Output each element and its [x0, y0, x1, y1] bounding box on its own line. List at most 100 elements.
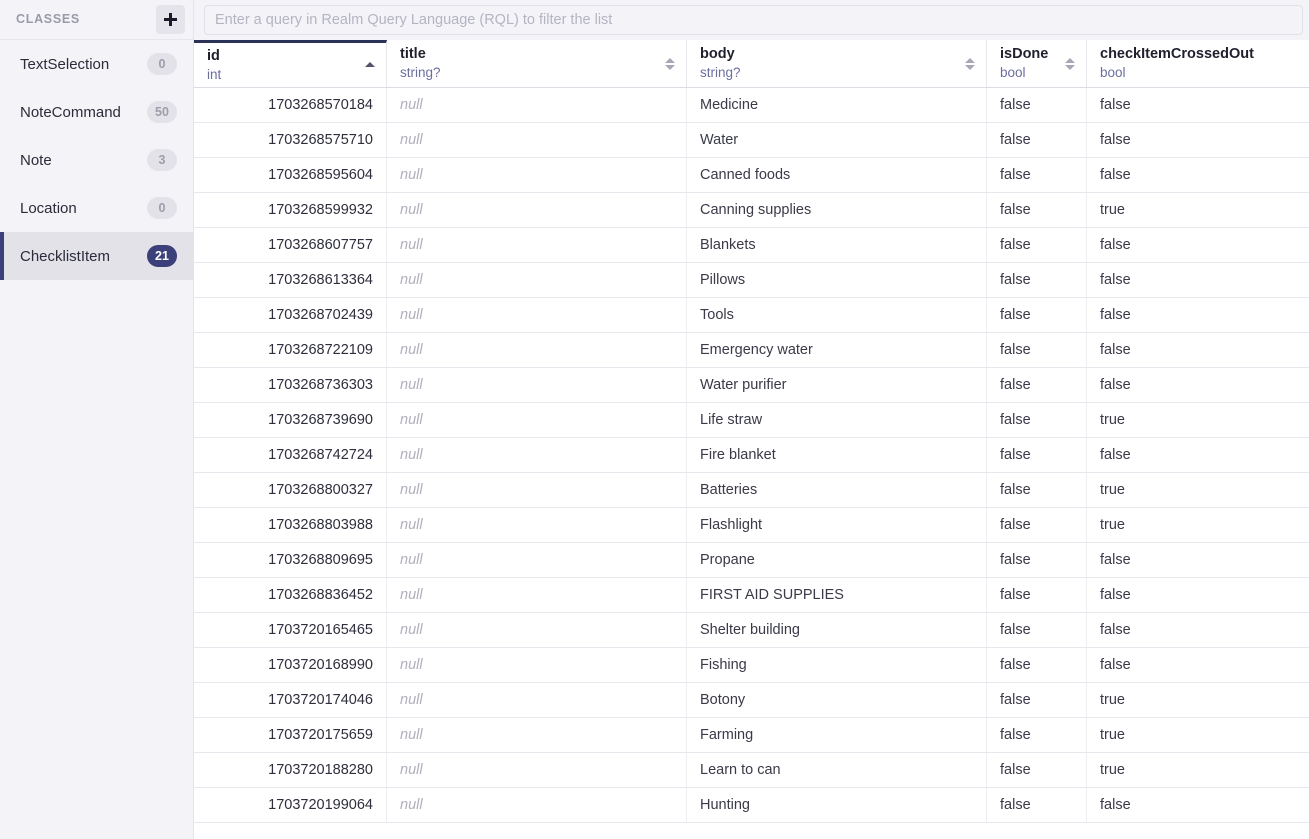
sidebar-item-checklistitem[interactable]: ChecklistItem 21 [0, 232, 193, 280]
sort-toggle-icon[interactable] [665, 56, 675, 72]
cell-isDone[interactable]: false [987, 263, 1087, 297]
cell-id[interactable]: 1703268836452 [194, 578, 387, 612]
cell-body[interactable]: Flashlight [687, 508, 987, 542]
cell-title[interactable]: null [387, 683, 687, 717]
table-row[interactable]: 1703268803988 null Flashlight false true [194, 508, 1309, 543]
cell-id[interactable]: 1703268803988 [194, 508, 387, 542]
table-row[interactable]: 1703268722109 null Emergency water false fal… [194, 333, 1309, 368]
cell-body[interactable]: Tools [687, 298, 987, 332]
table-row[interactable]: 1703268570184 null Medicine false false [194, 88, 1309, 123]
cell-checkItemCrossedOut[interactable]: false [1087, 123, 1309, 157]
cell-isDone[interactable]: false [987, 648, 1087, 682]
cell-title[interactable]: null [387, 368, 687, 402]
table-row[interactable]: 1703268739690 null Life straw false true [194, 403, 1309, 438]
cell-id[interactable]: 1703268702439 [194, 298, 387, 332]
cell-id[interactable]: 1703268575710 [194, 123, 387, 157]
cell-id[interactable]: 1703268595604 [194, 158, 387, 192]
cell-isDone[interactable]: false [987, 753, 1087, 787]
cell-body[interactable]: Learn to can [687, 753, 987, 787]
cell-isDone[interactable]: false [987, 158, 1087, 192]
cell-title[interactable]: null [387, 718, 687, 752]
cell-checkItemCrossedOut[interactable]: false [1087, 298, 1309, 332]
cell-body[interactable]: Batteries [687, 473, 987, 507]
sidebar-item-location[interactable]: Location 0 [0, 184, 193, 232]
cell-body[interactable]: Canned foods [687, 158, 987, 192]
column-header-body[interactable]: body string? [687, 40, 987, 87]
cell-isDone[interactable]: false [987, 473, 1087, 507]
table-row[interactable]: 1703720175659 null Farming false true [194, 718, 1309, 753]
cell-isDone[interactable]: false [987, 333, 1087, 367]
cell-checkItemCrossedOut[interactable]: false [1087, 368, 1309, 402]
cell-body[interactable]: Farming [687, 718, 987, 752]
column-header-checkItemCrossedOut[interactable]: checkItemCrossedOut bool [1087, 40, 1309, 87]
table-row[interactable]: 1703268736303 null Water purifier false fals… [194, 368, 1309, 403]
cell-checkItemCrossedOut[interactable]: false [1087, 788, 1309, 822]
cell-body[interactable]: Pillows [687, 263, 987, 297]
cell-id[interactable]: 1703720174046 [194, 683, 387, 717]
cell-id[interactable]: 1703268613364 [194, 263, 387, 297]
cell-checkItemCrossedOut[interactable]: true [1087, 753, 1309, 787]
cell-title[interactable]: null [387, 648, 687, 682]
cell-title[interactable]: null [387, 228, 687, 262]
cell-id[interactable]: 1703720165465 [194, 613, 387, 647]
cell-id[interactable]: 1703268607757 [194, 228, 387, 262]
cell-checkItemCrossedOut[interactable]: false [1087, 648, 1309, 682]
cell-isDone[interactable]: false [987, 543, 1087, 577]
table-row[interactable]: 1703720165465 null Shelter building false fa… [194, 613, 1309, 648]
cell-isDone[interactable]: false [987, 683, 1087, 717]
cell-title[interactable]: null [387, 193, 687, 227]
cell-body[interactable]: Hunting [687, 788, 987, 822]
cell-isDone[interactable]: false [987, 438, 1087, 472]
sidebar-item-notecommand[interactable]: NoteCommand 50 [0, 88, 193, 136]
cell-isDone[interactable]: false [987, 88, 1087, 122]
cell-checkItemCrossedOut[interactable]: false [1087, 613, 1309, 647]
column-header-isDone[interactable]: isDone bool [987, 40, 1087, 87]
column-header-title[interactable]: title string? [387, 40, 687, 87]
cell-title[interactable]: null [387, 788, 687, 822]
cell-checkItemCrossedOut[interactable]: false [1087, 263, 1309, 297]
sort-toggle-icon[interactable] [965, 56, 975, 72]
add-class-button[interactable] [156, 5, 185, 34]
cell-id[interactable]: 1703268599932 [194, 193, 387, 227]
cell-title[interactable]: null [387, 578, 687, 612]
cell-title[interactable]: null [387, 158, 687, 192]
table-row[interactable]: 1703720168990 null Fishing false false [194, 648, 1309, 683]
cell-body[interactable]: Water [687, 123, 987, 157]
cell-body[interactable]: Emergency water [687, 333, 987, 367]
cell-checkItemCrossedOut[interactable]: true [1087, 683, 1309, 717]
cell-body[interactable]: Fire blanket [687, 438, 987, 472]
cell-isDone[interactable]: false [987, 613, 1087, 647]
cell-id[interactable]: 1703720168990 [194, 648, 387, 682]
table-row[interactable]: 1703268702439 null Tools false false [194, 298, 1309, 333]
cell-title[interactable]: null [387, 88, 687, 122]
cell-id[interactable]: 1703268800327 [194, 473, 387, 507]
cell-title[interactable]: null [387, 263, 687, 297]
cell-body[interactable]: Canning supplies [687, 193, 987, 227]
cell-id[interactable]: 1703268722109 [194, 333, 387, 367]
table-row[interactable]: 1703268599932 null Canning supplies false tr… [194, 193, 1309, 228]
cell-isDone[interactable]: false [987, 508, 1087, 542]
rql-query-input[interactable] [204, 5, 1303, 35]
table-row[interactable]: 1703720174046 null Botony false true [194, 683, 1309, 718]
cell-id[interactable]: 1703268742724 [194, 438, 387, 472]
cell-isDone[interactable]: false [987, 368, 1087, 402]
cell-isDone[interactable]: false [987, 788, 1087, 822]
cell-title[interactable]: null [387, 543, 687, 577]
cell-checkItemCrossedOut[interactable]: true [1087, 718, 1309, 752]
cell-checkItemCrossedOut[interactable]: false [1087, 543, 1309, 577]
cell-isDone[interactable]: false [987, 123, 1087, 157]
cell-checkItemCrossedOut[interactable]: true [1087, 508, 1309, 542]
table-row[interactable]: 1703720199064 null Hunting false false [194, 788, 1309, 823]
cell-title[interactable]: null [387, 298, 687, 332]
cell-body[interactable]: Blankets [687, 228, 987, 262]
cell-body[interactable]: Propane [687, 543, 987, 577]
cell-checkItemCrossedOut[interactable]: true [1087, 193, 1309, 227]
cell-body[interactable]: Water purifier [687, 368, 987, 402]
cell-title[interactable]: null [387, 753, 687, 787]
table-row[interactable]: 1703268595604 null Canned foods false false [194, 158, 1309, 193]
table-row[interactable]: 1703268836452 null FIRST AID SUPPLIES false… [194, 578, 1309, 613]
cell-isDone[interactable]: false [987, 403, 1087, 437]
table-row[interactable]: 1703268607757 null Blankets false false [194, 228, 1309, 263]
sort-ascending-icon[interactable] [365, 57, 375, 73]
cell-body[interactable]: Medicine [687, 88, 987, 122]
